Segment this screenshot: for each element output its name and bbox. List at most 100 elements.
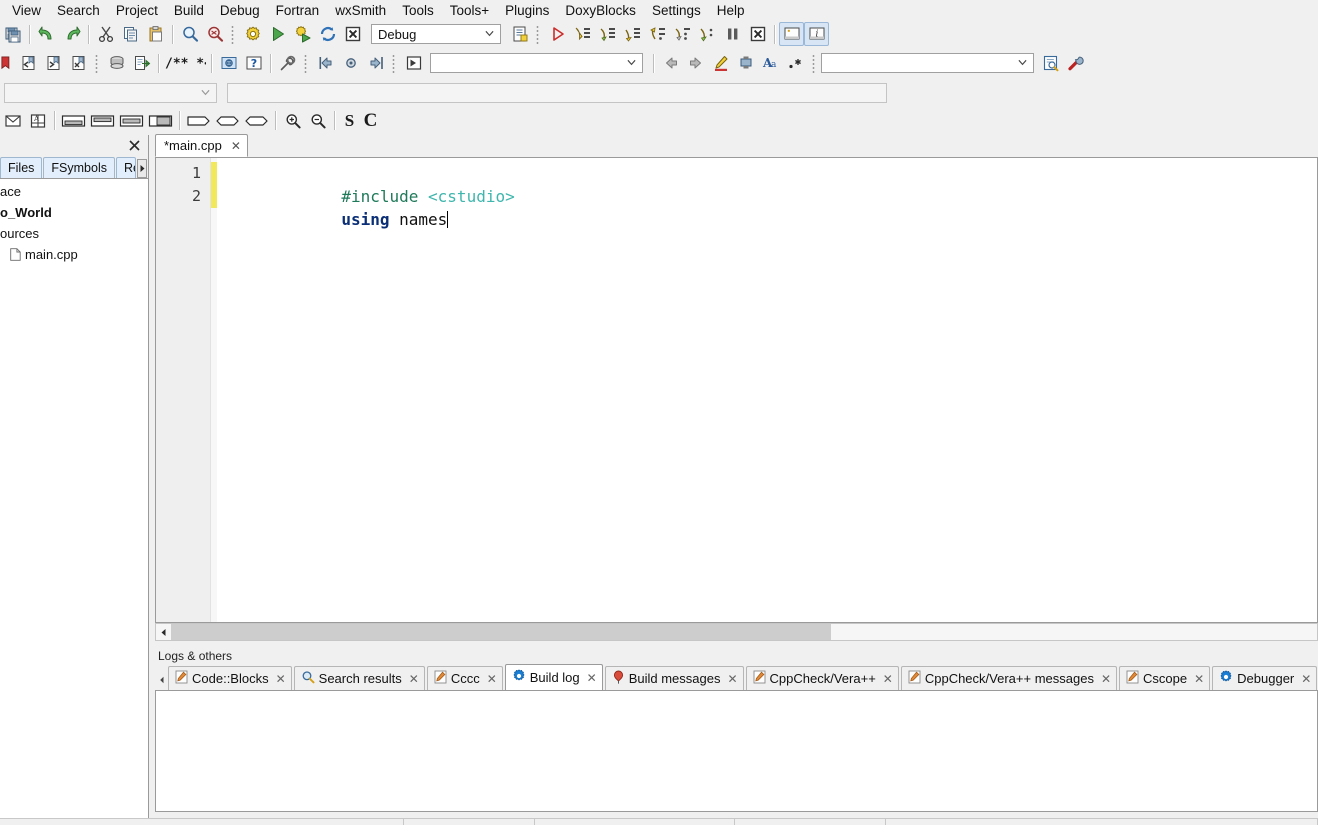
menu-item-build[interactable]: Build	[166, 1, 212, 20]
select-target-icon[interactable]	[507, 22, 532, 46]
debug-step-into-icon[interactable]	[620, 22, 645, 46]
debug-break-icon[interactable]	[720, 22, 745, 46]
close-icon[interactable]: ✕	[727, 672, 737, 686]
wxsmith-zoom-in-icon[interactable]	[280, 109, 305, 133]
editor-horizontal-scrollbar[interactable]	[155, 623, 1318, 641]
wxsmith-layout-center-icon[interactable]	[117, 109, 146, 133]
chevron-left-icon[interactable]	[156, 624, 171, 640]
bookmark-next-icon[interactable]	[41, 51, 66, 75]
regex-icon[interactable]	[783, 51, 808, 75]
close-icon[interactable]: ✕	[1101, 672, 1111, 686]
doxyblocks-comment-icon[interactable]: /** *<	[163, 51, 207, 75]
toolbar-grip[interactable]	[391, 53, 398, 73]
redo-icon[interactable]	[59, 22, 84, 46]
menu-item-wxsmith[interactable]: wxSmith	[327, 1, 394, 20]
nav-back-icon[interactable]	[313, 51, 338, 75]
save-all-icon[interactable]	[0, 22, 25, 46]
thread-search-input[interactable]	[821, 53, 1034, 73]
abort-icon[interactable]	[340, 22, 365, 46]
tab-files[interactable]: Files	[0, 157, 43, 178]
close-icon[interactable]	[127, 138, 142, 153]
doxyblocks-help-icon[interactable]: ?	[241, 51, 266, 75]
code-editor[interactable]: 1 2 #include <cstudio> using names	[155, 157, 1318, 623]
close-icon[interactable]: ✕	[231, 139, 241, 153]
arrow-left-icon[interactable]	[658, 51, 683, 75]
debug-next-instruction-icon[interactable]	[670, 22, 695, 46]
thread-search-icon[interactable]	[1038, 51, 1063, 75]
wxsmith-preview-icon[interactable]	[0, 109, 25, 133]
menu-item-view[interactable]: View	[4, 1, 49, 20]
tree-item-project[interactable]: o_World	[0, 202, 148, 223]
log-tab-debugger[interactable]: Debugger ✕	[1212, 666, 1318, 690]
tab-resources[interactable]: Re	[115, 157, 137, 178]
nav-forward-icon[interactable]	[363, 51, 388, 75]
doxyblocks-config-icon[interactable]	[275, 51, 300, 75]
wxsmith-letter-c-icon[interactable]: C	[360, 110, 381, 132]
tab-fsymbols[interactable]: FSymbols	[43, 157, 115, 178]
run-icon[interactable]	[265, 22, 290, 46]
log-tab-cppcheck-vera-messages[interactable]: CppCheck/Vera++ messages ✕	[900, 666, 1118, 690]
copy-icon[interactable]	[118, 22, 143, 46]
close-icon[interactable]: ✕	[587, 671, 597, 685]
toolbar-grip[interactable]	[230, 24, 237, 44]
doxyblocks-html-icon[interactable]	[216, 51, 241, 75]
close-icon[interactable]: ✕	[883, 672, 893, 686]
arrow-right-icon[interactable]	[683, 51, 708, 75]
rebuild-icon[interactable]	[315, 22, 340, 46]
toolbar-grip[interactable]	[94, 53, 101, 73]
paste-icon[interactable]	[143, 22, 168, 46]
browse-tracker-icon[interactable]	[401, 51, 426, 75]
log-tab-build-log[interactable]: Build log ✕	[504, 664, 603, 690]
wxsmith-layout-top-icon[interactable]	[59, 109, 88, 133]
bookmark-toggle-icon[interactable]	[0, 51, 16, 75]
third-row-combo-2[interactable]	[227, 82, 887, 103]
wxsmith-grid-icon[interactable]: A	[25, 109, 50, 133]
wxsmith-layout-fill-icon[interactable]	[146, 109, 175, 133]
menu-item-project[interactable]: Project	[108, 1, 166, 20]
debug-step-out-icon[interactable]	[645, 22, 670, 46]
chevron-left-icon[interactable]	[155, 670, 168, 690]
close-icon[interactable]: ✕	[1301, 672, 1311, 686]
toolbar-grip[interactable]	[303, 53, 310, 73]
cut-icon[interactable]	[93, 22, 118, 46]
chevron-right-icon[interactable]	[137, 159, 147, 178]
log-tab-codeblocks[interactable]: Code::Blocks ✕	[168, 666, 292, 690]
undo-icon[interactable]	[34, 22, 59, 46]
match-case-icon[interactable]: A a	[758, 51, 783, 75]
build-target-select[interactable]: Debug	[371, 24, 501, 44]
doxyblocks-extract-icon[interactable]	[129, 51, 154, 75]
replace-icon[interactable]	[202, 22, 227, 46]
wrench-icon[interactable]	[1063, 51, 1088, 75]
build-and-run-icon[interactable]	[290, 22, 315, 46]
debug-continue-icon[interactable]	[545, 22, 570, 46]
scrollbar-thumb[interactable]	[171, 624, 831, 640]
third-row-combo[interactable]	[4, 82, 217, 103]
wxsmith-letter-s-icon[interactable]: S	[339, 111, 360, 131]
menu-item-tools-plus[interactable]: Tools+	[442, 1, 497, 20]
close-icon[interactable]: ✕	[1194, 672, 1204, 686]
selected-only-icon[interactable]	[733, 51, 758, 75]
menu-item-plugins[interactable]: Plugins	[497, 1, 557, 20]
nav-home-icon[interactable]	[338, 51, 363, 75]
menu-item-debug[interactable]: Debug	[212, 1, 268, 20]
tree-item-sources[interactable]: ources	[0, 223, 148, 244]
logs-content-area[interactable]	[155, 690, 1318, 812]
log-tab-cccc[interactable]: Cccc ✕	[426, 666, 503, 690]
debug-step-into-instruction-icon[interactable]	[695, 22, 720, 46]
toolbar-grip[interactable]	[535, 24, 542, 44]
menu-item-search[interactable]: Search	[49, 1, 108, 20]
menu-item-fortran[interactable]: Fortran	[268, 1, 328, 20]
doxyblocks-run-icon[interactable]	[104, 51, 129, 75]
wxsmith-shape3-icon[interactable]	[242, 109, 271, 133]
editor-tab-main-cpp[interactable]: *main.cpp ✕	[155, 134, 248, 157]
close-icon[interactable]: ✕	[276, 672, 286, 686]
log-tab-search-results[interactable]: Search results ✕	[293, 666, 425, 690]
log-tab-cppcheck-vera[interactable]: CppCheck/Vera++ ✕	[745, 666, 899, 690]
tree-item-workspace[interactable]: ace	[0, 181, 148, 202]
bookmark-prev-icon[interactable]	[16, 51, 41, 75]
close-icon[interactable]: ✕	[487, 672, 497, 686]
close-icon[interactable]: ✕	[409, 672, 419, 686]
wxsmith-zoom-out-icon[interactable]	[305, 109, 330, 133]
bookmark-clear-icon[interactable]	[66, 51, 91, 75]
menu-item-settings[interactable]: Settings	[644, 1, 709, 20]
